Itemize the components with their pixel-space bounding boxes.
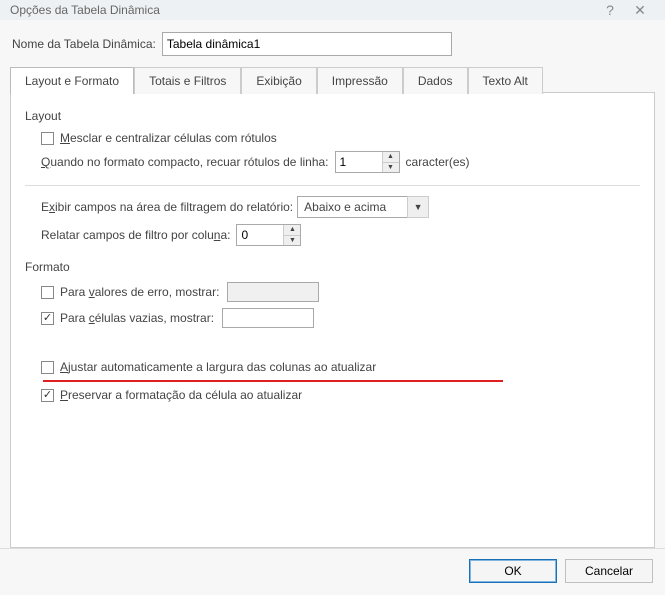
compact-indent-value[interactable] [336, 152, 382, 172]
tab-panel-layout: Layout MMesclar e centralizar células co… [10, 92, 655, 548]
dialog-window: Opções da Tabela Dinâmica ? ✕ Nome da Ta… [0, 0, 665, 595]
table-name-row: Nome da Tabela Dinâmica: [0, 20, 665, 66]
dialog-title: Opções da Tabela Dinâmica [10, 3, 595, 17]
empty-cells-label: Para células vazias, mostrar: [60, 311, 214, 325]
spinner-up-icon[interactable]: ▲ [383, 152, 399, 163]
preserve-format-label: Preservar a formatação da célula ao atua… [60, 388, 302, 402]
compact-indent-spinner[interactable]: ▲ ▼ [335, 151, 400, 173]
compact-indent-label: Quando no formato compacto, recuar rótul… [41, 155, 329, 169]
group-layout-title: Layout [25, 109, 640, 123]
merge-cells-checkbox[interactable] [41, 132, 54, 145]
divider [25, 185, 640, 186]
tab-layout-formato[interactable]: Layout e Formato [10, 67, 134, 94]
error-values-row: Para valores de erro, mostrar: [25, 282, 640, 302]
tabs-container: Layout e Formato Totais e Filtros Exibiç… [0, 66, 665, 548]
autofit-checkbox[interactable] [41, 361, 54, 374]
chevron-down-icon[interactable]: ▼ [407, 196, 429, 218]
fields-per-col-label: Relatar campos de filtro por coluna: [41, 228, 230, 242]
autofit-row: Ajustar automaticamente a largura das co… [25, 360, 640, 374]
tab-impressao[interactable]: Impressão [317, 67, 403, 94]
spinner-up-icon[interactable]: ▲ [284, 225, 300, 236]
filter-area-label: Exibir campos na área de filtragem do re… [41, 200, 293, 214]
spinner-down-icon[interactable]: ▼ [284, 236, 300, 246]
fields-per-col-row: Relatar campos de filtro por coluna: ▲ ▼ [25, 224, 640, 246]
filter-area-selected: Abaixo e acima [298, 200, 405, 214]
compact-indent-row: Quando no formato compacto, recuar rótul… [25, 151, 640, 173]
table-name-input[interactable] [162, 32, 452, 56]
merge-cells-row: MMesclar e centralizar células com rótul… [25, 131, 640, 145]
title-bar: Opções da Tabela Dinâmica ? ✕ [0, 0, 665, 20]
error-values-input [227, 282, 319, 302]
tab-dados[interactable]: Dados [403, 67, 468, 94]
preserve-format-row: Preservar a formatação da célula ao atua… [25, 388, 640, 402]
merge-cells-label: MMesclar e centralizar células com rótul… [60, 131, 277, 145]
tab-strip: Layout e Formato Totais e Filtros Exibiç… [10, 66, 655, 93]
autofit-label: Ajustar automaticamente a largura das co… [60, 360, 376, 374]
table-name-label: Nome da Tabela Dinâmica: [12, 37, 156, 51]
fields-per-col-spinner[interactable]: ▲ ▼ [236, 224, 301, 246]
tab-totais-filtros[interactable]: Totais e Filtros [134, 67, 241, 94]
error-values-label: Para valores de erro, mostrar: [60, 285, 219, 299]
close-button[interactable]: ✕ [625, 2, 655, 19]
help-button[interactable]: ? [595, 2, 625, 18]
filter-area-dropdown[interactable]: Abaixo e acima ▼ [297, 196, 429, 218]
spinner-down-icon[interactable]: ▼ [383, 163, 399, 173]
compact-indent-suffix: caracter(es) [406, 155, 470, 169]
tab-exibicao[interactable]: Exibição [241, 67, 316, 94]
fields-per-col-value[interactable] [237, 225, 283, 245]
ok-button[interactable]: OK [469, 559, 557, 583]
filter-area-row: Exibir campos na área de filtragem do re… [25, 196, 640, 218]
preserve-format-checkbox[interactable] [41, 389, 54, 402]
dialog-footer: OK Cancelar [0, 548, 665, 595]
error-values-checkbox[interactable] [41, 286, 54, 299]
empty-cells-checkbox[interactable] [41, 312, 54, 325]
tab-texto-alt[interactable]: Texto Alt [468, 67, 543, 94]
group-format-title: Formato [25, 260, 640, 274]
empty-cells-row: Para células vazias, mostrar: [25, 308, 640, 328]
highlight-annotation [43, 380, 503, 382]
empty-cells-input[interactable] [222, 308, 314, 328]
cancel-button[interactable]: Cancelar [565, 559, 653, 583]
